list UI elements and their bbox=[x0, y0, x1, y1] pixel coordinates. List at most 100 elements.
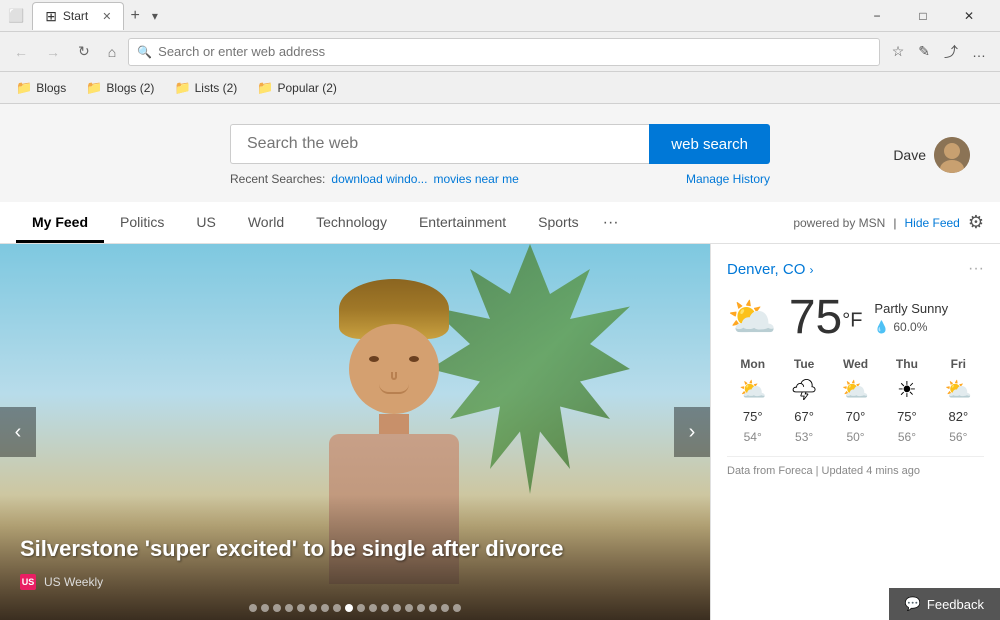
dot bbox=[405, 604, 413, 612]
share-button[interactable]: ⤴ bbox=[938, 38, 964, 66]
forecast-low-thu: 56° bbox=[898, 430, 916, 444]
tab-myfeed[interactable]: My Feed bbox=[16, 204, 104, 243]
recent-searches: Recent Searches: download windo... movie… bbox=[230, 172, 770, 186]
nose bbox=[391, 372, 397, 380]
forecast-day-fri: Fri ⛅ 82° 56° bbox=[933, 357, 984, 444]
tab-title: Start bbox=[63, 9, 88, 23]
dot-active bbox=[345, 604, 353, 612]
user-section: Dave bbox=[893, 124, 970, 186]
source-logo: US bbox=[20, 574, 36, 590]
weather-temperature: 75 bbox=[789, 291, 842, 344]
forecast-low-mon: 54° bbox=[744, 430, 762, 444]
close-button[interactable]: ✕ bbox=[946, 0, 992, 32]
weather-footer: Data from Foreca | Updated 4 mins ago bbox=[727, 456, 984, 477]
weather-current: ⛅ 75°F Partly Sunny 💧 60.0% bbox=[727, 290, 984, 345]
refresh-button[interactable]: ↻ bbox=[72, 39, 96, 64]
rain-drop-icon: 💧 bbox=[874, 320, 889, 334]
bookmark-popular[interactable]: 📁 Popular (2) bbox=[249, 77, 345, 99]
bookmarks-bar: 📁 Blogs 📁 Blogs (2) 📁 Lists (2) 📁 Popula… bbox=[0, 72, 1000, 104]
tab-list-button[interactable]: ▾ bbox=[146, 9, 164, 23]
maximize-button[interactable]: □ bbox=[900, 0, 946, 32]
recent-item-2[interactable]: movies near me bbox=[433, 172, 518, 186]
source-name: US Weekly bbox=[44, 575, 103, 589]
tab-politics[interactable]: Politics bbox=[104, 204, 180, 243]
search-bar: web search bbox=[230, 124, 770, 164]
prev-article-button[interactable]: ‹ bbox=[0, 407, 36, 457]
feed-content: ‹ › Silverstone 'super excited' to be si… bbox=[0, 244, 1000, 620]
reading-button[interactable]: ✎ bbox=[912, 38, 936, 66]
bookmark-label: Popular (2) bbox=[278, 81, 337, 95]
tab-us[interactable]: US bbox=[180, 204, 231, 243]
forecast-day-mon: Mon ⛅ 75° 54° bbox=[727, 357, 778, 444]
forecast-day-wed: Wed ⛅ 70° 50° bbox=[830, 357, 881, 444]
new-tab-button[interactable]: + bbox=[124, 7, 145, 25]
tab-sports[interactable]: Sports bbox=[522, 204, 594, 243]
search-section: web search Recent Searches: download win… bbox=[0, 104, 1000, 202]
forward-button[interactable]: → bbox=[40, 40, 66, 64]
bookmark-blogs[interactable]: 📁 Blogs bbox=[8, 77, 74, 99]
search-input[interactable] bbox=[230, 124, 649, 164]
feed-controls: powered by MSN | Hide Feed ⚙ bbox=[793, 212, 984, 233]
feedback-label: Feedback bbox=[927, 597, 984, 612]
bookmark-label: Blogs bbox=[36, 81, 66, 95]
folder-icon: 📁 bbox=[174, 80, 190, 96]
feedback-button[interactable]: 💬 Feedback bbox=[889, 588, 1000, 620]
forecast-icon-tue: 🌩 bbox=[790, 377, 818, 403]
tab-entertainment[interactable]: Entertainment bbox=[403, 204, 522, 243]
weather-unit: °F bbox=[842, 310, 862, 332]
dot bbox=[273, 604, 281, 612]
weather-city-link[interactable]: Denver, CO › bbox=[727, 261, 814, 278]
more-button[interactable]: … bbox=[966, 38, 992, 66]
window-controls: − □ ✕ bbox=[854, 0, 992, 32]
forecast-high-wed: 70° bbox=[846, 409, 866, 424]
forecast-high-fri: 82° bbox=[948, 409, 968, 424]
forecast-row: Mon ⛅ 75° 54° Tue 🌩 67° 53° Wed ⛅ 70° 50… bbox=[727, 357, 984, 444]
day-label-fri: Fri bbox=[951, 357, 966, 371]
dot bbox=[309, 604, 317, 612]
active-tab[interactable]: ⊞ Start ✕ bbox=[32, 2, 124, 30]
search-button[interactable]: web search bbox=[649, 124, 770, 164]
separator: | bbox=[893, 216, 896, 230]
article-title: Silverstone 'super excited' to be single… bbox=[20, 535, 690, 564]
bookmark-blogs2[interactable]: 📁 Blogs (2) bbox=[78, 77, 162, 99]
recent-label: Recent Searches: bbox=[230, 172, 325, 186]
dot bbox=[261, 604, 269, 612]
title-bar: ⬜ ⊞ Start ✕ + ▾ − □ ✕ bbox=[0, 0, 1000, 32]
weather-city-arrow-icon: › bbox=[810, 263, 814, 277]
address-input[interactable] bbox=[158, 44, 871, 59]
dot bbox=[369, 604, 377, 612]
day-label-wed: Wed bbox=[843, 357, 868, 371]
neck bbox=[379, 414, 409, 434]
bookmark-lists[interactable]: 📁 Lists (2) bbox=[166, 77, 245, 99]
home-button[interactable]: ⌂ bbox=[102, 40, 122, 64]
weather-more-button[interactable]: ··· bbox=[968, 260, 984, 278]
tab-close-button[interactable]: ✕ bbox=[102, 10, 111, 23]
weather-temp-group: 75°F bbox=[789, 290, 863, 345]
toolbar-icons: ☆ ✎ ⤴ … bbox=[886, 38, 992, 66]
forecast-icon-wed: ⛅ bbox=[842, 377, 869, 403]
bookmark-label: Blogs (2) bbox=[106, 81, 154, 95]
article-area: ‹ › Silverstone 'super excited' to be si… bbox=[0, 244, 710, 620]
article-caption: Silverstone 'super excited' to be single… bbox=[0, 495, 710, 620]
tab-technology[interactable]: Technology bbox=[300, 204, 403, 243]
next-article-button[interactable]: › bbox=[674, 407, 710, 457]
forecast-low-tue: 53° bbox=[795, 430, 813, 444]
dot bbox=[441, 604, 449, 612]
tab-world[interactable]: World bbox=[232, 204, 300, 243]
favorite-button[interactable]: ☆ bbox=[886, 38, 911, 66]
user-avatar[interactable] bbox=[934, 137, 970, 173]
recent-item-1[interactable]: download windo... bbox=[331, 172, 427, 186]
mouth bbox=[379, 384, 409, 394]
forecast-high-mon: 75° bbox=[743, 409, 763, 424]
back-button[interactable]: ← bbox=[8, 40, 34, 64]
minimize-button[interactable]: − bbox=[854, 0, 900, 32]
forecast-low-wed: 50° bbox=[846, 430, 864, 444]
manage-history-link[interactable]: Manage History bbox=[686, 172, 770, 186]
hide-feed-link[interactable]: Hide Feed bbox=[904, 216, 959, 230]
address-input-wrap: 🔍 bbox=[128, 38, 880, 66]
search-icon: 🔍 bbox=[137, 45, 152, 59]
eye-left bbox=[369, 356, 379, 362]
powered-by-label: powered by MSN bbox=[793, 216, 885, 230]
settings-gear-icon[interactable]: ⚙ bbox=[968, 212, 984, 233]
more-tabs-button[interactable]: ··· bbox=[595, 204, 627, 242]
